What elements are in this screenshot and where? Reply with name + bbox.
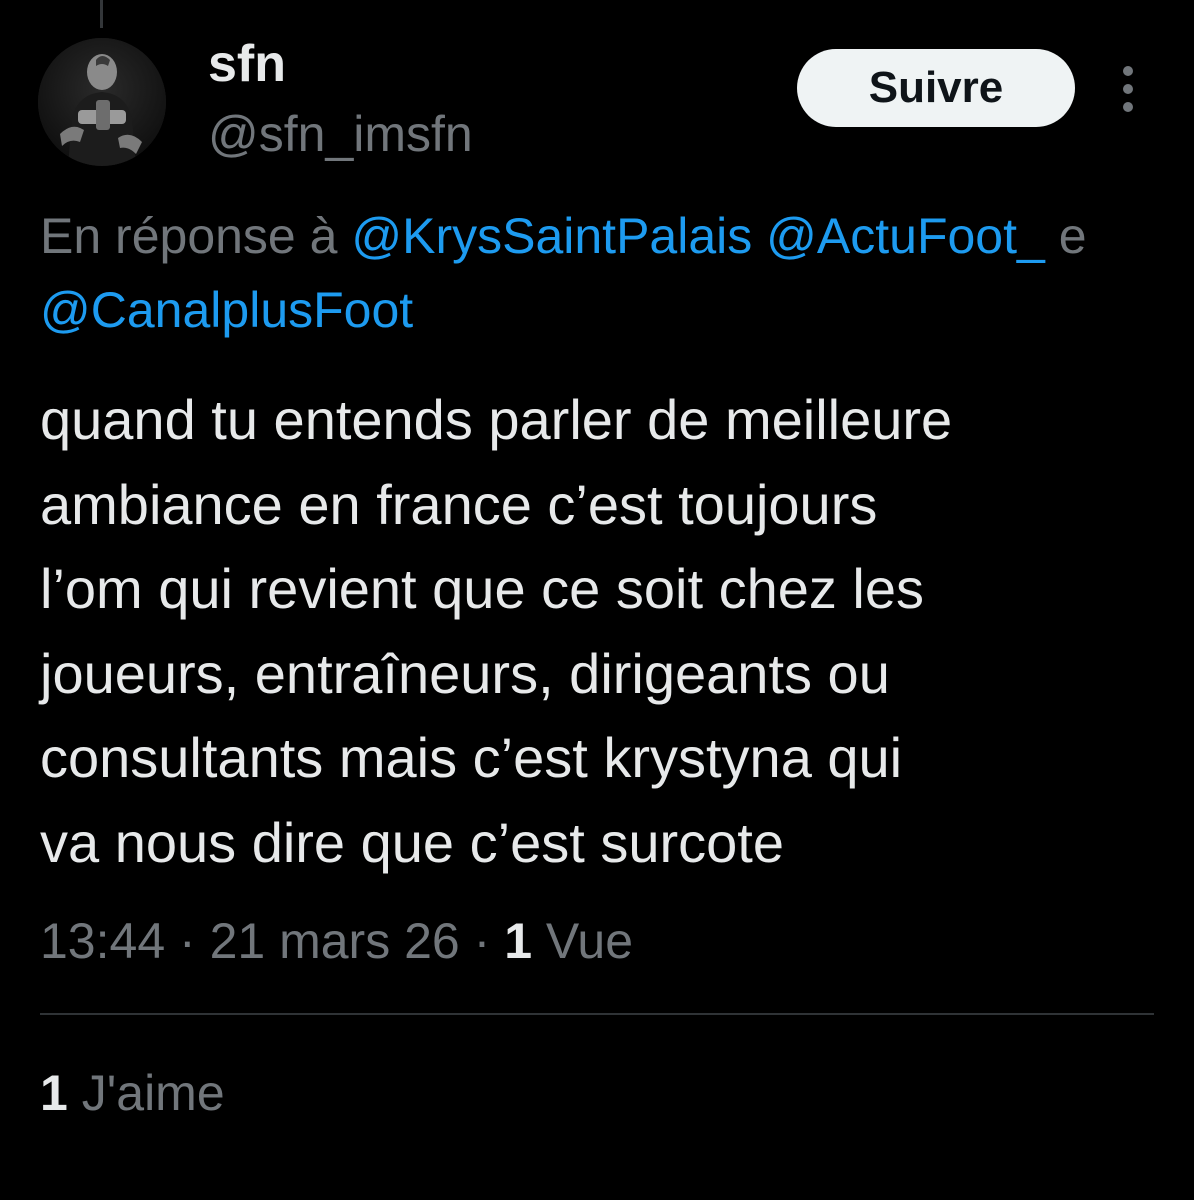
mention-link[interactable]: @ActuFoot_ — [766, 208, 1045, 264]
tweet-date[interactable]: 21 mars 26 — [210, 913, 460, 969]
tweet-text-line: l’om qui revient que ce soit chez les — [40, 557, 924, 620]
mention-link[interactable]: @CanalplusFoot — [40, 274, 413, 346]
more-vertical-icon — [1123, 66, 1133, 76]
more-vertical-icon — [1123, 84, 1133, 94]
thread-connector-line — [100, 0, 103, 28]
likes-count: 1 — [40, 1065, 68, 1121]
avatar[interactable] — [38, 38, 166, 166]
mention-link[interactable]: @KrysSaintPalais — [351, 208, 752, 264]
views-label: Vue — [545, 913, 634, 969]
follow-button[interactable]: Suivre — [797, 49, 1075, 127]
tweet-text-line: quand tu entends parler de meilleure — [40, 388, 953, 451]
reply-connector: e — [1058, 208, 1087, 264]
profile-photo-icon — [38, 38, 166, 166]
tweet-text-line: ambiance en france c’est toujours — [40, 472, 878, 536]
likes-link[interactable]: 1 J'aime — [40, 1058, 225, 1128]
author-display-name[interactable]: sfn — [208, 36, 286, 92]
meta-separator: · — [179, 913, 196, 969]
tweet-time[interactable]: 13:44 — [40, 913, 165, 969]
likes-label: J'aime — [81, 1065, 225, 1121]
tweet-text-line: consultants mais c’est krystyna qui — [40, 726, 903, 789]
views-count: 1 — [504, 913, 532, 969]
meta-separator: · — [473, 913, 491, 969]
reply-context: En réponse à @KrysSaintPalais @ActuFoot_… — [40, 200, 1194, 272]
tweet-text: quand tu entends parler de meilleure amb… — [40, 378, 1170, 885]
tweet-meta: 13:44 · 21 mars 26 · 1 Vue — [40, 906, 633, 976]
reply-prefix: En réponse à — [40, 208, 338, 264]
author-handle[interactable]: @sfn_imsfn — [208, 106, 473, 162]
more-vertical-icon — [1123, 102, 1133, 112]
tweet-text-line: va nous dire que c’est surcote — [40, 810, 784, 874]
more-options-button[interactable] — [1106, 62, 1150, 116]
tweet-text-line: joueurs, entraîneurs, dirigeants ou — [40, 641, 890, 705]
divider — [40, 1013, 1154, 1015]
